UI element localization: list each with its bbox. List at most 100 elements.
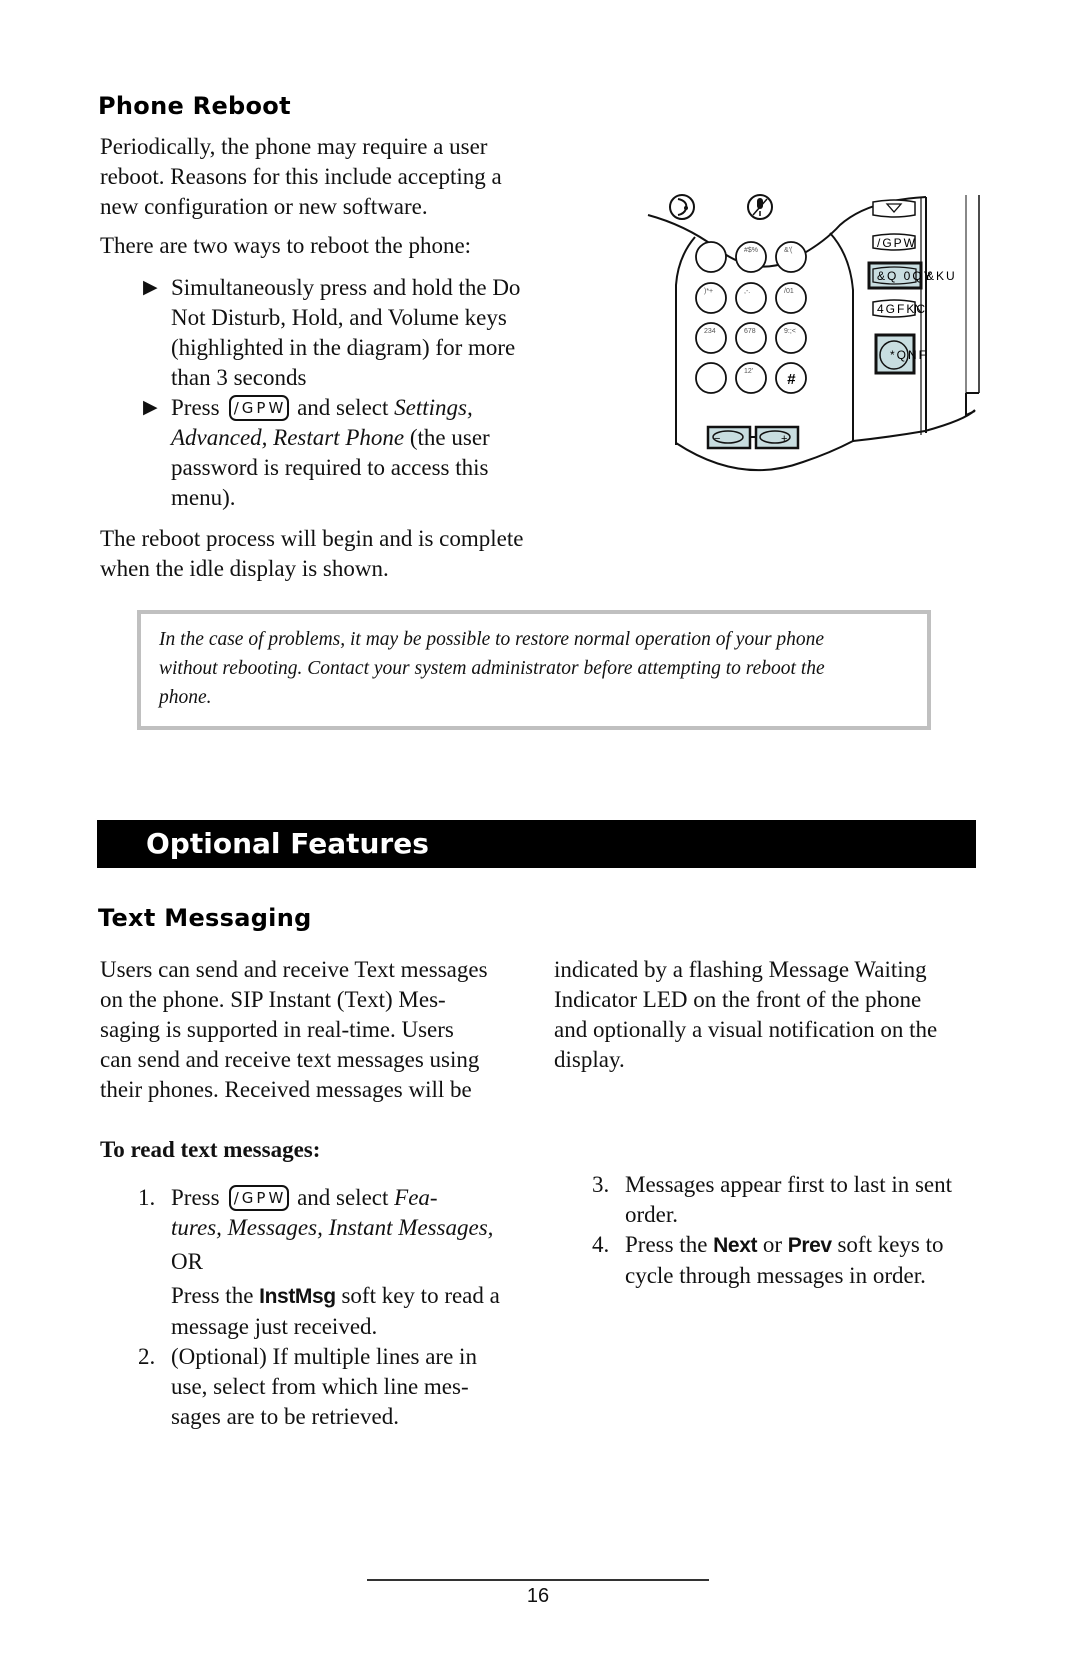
text: Press <box>171 395 220 420</box>
phone-diagram: #$% &'( )*+ ,-. /01 234 678 9:;< 12' # − + /GPW &… <box>647 194 980 472</box>
keypad-key: 9:;< <box>775 322 807 354</box>
text-messaging-right-col: indicated by a flashing Message Waiting … <box>554 955 994 1075</box>
key-label: 678 <box>744 328 756 335</box>
or-text: OR <box>171 1249 203 1274</box>
headset-icon <box>669 194 695 220</box>
note-line: without rebooting. Contact your system a… <box>159 658 825 679</box>
hold-key: *QNF <box>874 333 928 375</box>
text: Press the <box>625 1232 708 1257</box>
text-line: Not Disturb, Hold, and Volume keys <box>171 305 507 330</box>
text-line: Indicator LED on the front of the phone <box>554 987 922 1012</box>
read-steps-right: 3. Messages appear first to last in sent… <box>554 1170 1014 1291</box>
nav-down-key <box>872 199 916 218</box>
keypad-key: )*+ <box>695 282 727 314</box>
keypad-key: 234 <box>695 322 727 354</box>
key-label: /GPW <box>877 236 917 250</box>
subheading-read-messages: To read text messages: <box>100 1137 321 1162</box>
right-triangle-icon: ▶ <box>143 277 158 298</box>
keypad: #$% &'( )*+ ,-. /01 234 678 9:;< 12' # <box>695 241 807 394</box>
text-line: can send and receive text messages using <box>100 1047 480 1072</box>
key-label-extra: N <box>914 302 923 316</box>
step-item: 1. Press /GPW and select Fea- tures, Mes… <box>100 1183 560 1342</box>
banner-title: Optional Features <box>146 827 429 860</box>
text-line: The reboot process will begin and is com… <box>100 526 524 551</box>
keypad-key: ,-. <box>735 282 767 314</box>
step-item: 4. Press the Next or Prev soft keys to c… <box>554 1230 1014 1291</box>
text-line: when the idle display is shown. <box>100 556 389 581</box>
text-line: saging is supported in real-time. Users <box>100 1017 454 1042</box>
menu-key-graphic: /GPW <box>229 395 290 421</box>
keypad-key: &'( <box>775 241 807 273</box>
key-label: /GPW <box>233 399 287 417</box>
text-line: on the phone. SIP Instant (Text) Mes- <box>100 987 446 1012</box>
key-label: )*+ <box>704 288 713 295</box>
key-label: 9:;< <box>784 328 796 335</box>
text-line: display. <box>554 1047 625 1072</box>
softkey-prev: Prev <box>787 1234 832 1257</box>
section-banner: Optional Features <box>97 820 976 868</box>
text-line: Periodically, the phone may require a us… <box>100 134 488 159</box>
text: and select <box>297 1185 389 1210</box>
keypad-key: #$% <box>735 241 767 273</box>
key-label: # <box>787 371 796 388</box>
text: order. <box>625 1202 679 1227</box>
key-label: *QNF <box>890 348 928 362</box>
text-line: Users can send and receive Text messages <box>100 957 488 982</box>
list-item: ▶ Simultaneously press and hold the Do N… <box>100 273 580 393</box>
key-label: /GPW <box>233 1189 287 1207</box>
text: use, select from which line mes- <box>171 1374 469 1399</box>
redial-key: 4GFKC N <box>872 299 925 318</box>
volume-up-icon: + <box>781 433 787 445</box>
menu-path: Settings, <box>394 395 473 420</box>
menu-path: Fea- <box>394 1185 438 1210</box>
keypad-key: /01 <box>775 282 807 314</box>
section-heading-phone-reboot: Phone Reboot <box>98 92 291 120</box>
text-line: reboot. Reasons for this include accepti… <box>100 164 502 189</box>
menu-key-graphic: /GPW <box>229 1185 290 1211</box>
step-number: 3. <box>592 1172 610 1197</box>
text: Press the <box>171 1283 254 1308</box>
text: or <box>762 1232 783 1257</box>
text: soft key to read a <box>341 1283 500 1308</box>
key-label: 12' <box>744 368 753 375</box>
text: (the user <box>409 425 490 450</box>
read-steps-left: 1. Press /GPW and select Fea- tures, Mes… <box>100 1183 560 1432</box>
volume-down-icon: − <box>714 433 720 445</box>
two-ways-text: There are two ways to reboot the phone: <box>100 233 472 258</box>
text-line: and optionally a visual notification on … <box>554 1017 938 1042</box>
footer-rule <box>367 1579 709 1581</box>
text: menu). <box>171 485 236 510</box>
page-number: 16 <box>526 1585 550 1607</box>
keypad-key: 12' <box>735 362 767 394</box>
softkey-next: Next <box>713 1234 758 1257</box>
text: Messages appear first to last in sent <box>625 1172 953 1197</box>
text-line: than 3 seconds <box>171 365 307 390</box>
reboot-completion: The reboot process will begin and is com… <box>100 524 580 584</box>
key-outline <box>695 241 727 273</box>
alt-instruction: Press the InstMsg soft key to read a mes… <box>171 1281 560 1342</box>
menu-path: tures, Messages, Instant Messages, <box>171 1215 494 1240</box>
note-box: In the case of problems, it may be possi… <box>137 610 931 730</box>
text-line: Simultaneously press and hold the Do <box>171 275 521 300</box>
key-outline <box>695 362 727 394</box>
do-not-disturb-key: &Q 0QY &KU <box>867 261 955 290</box>
text: sages are to be retrieved. <box>171 1404 399 1429</box>
text: (Optional) If multiple lines are in <box>171 1344 477 1369</box>
section-heading-text-messaging: Text Messaging <box>98 904 312 932</box>
step-number: 2. <box>138 1344 156 1369</box>
reboot-intro: Periodically, the phone may require a us… <box>100 132 570 261</box>
text-line: new configuration or new software. <box>100 194 428 219</box>
volume-up-key: + <box>754 425 800 450</box>
key-label: #$% <box>744 247 758 254</box>
menu-path: Advanced, Restart Phone <box>171 425 405 450</box>
text: and select <box>297 395 389 420</box>
key-label: /01 <box>784 288 794 295</box>
keypad-key <box>695 362 727 394</box>
key-label: ,-. <box>744 288 750 295</box>
right-triangle-icon: ▶ <box>143 397 158 418</box>
key-outline <box>735 282 767 314</box>
step-number: 1. <box>138 1185 156 1210</box>
softkey-instmsg: InstMsg <box>259 1285 336 1308</box>
text-messaging-left-col: Users can send and receive Text messages… <box>100 955 540 1105</box>
text: soft keys to <box>837 1232 944 1257</box>
